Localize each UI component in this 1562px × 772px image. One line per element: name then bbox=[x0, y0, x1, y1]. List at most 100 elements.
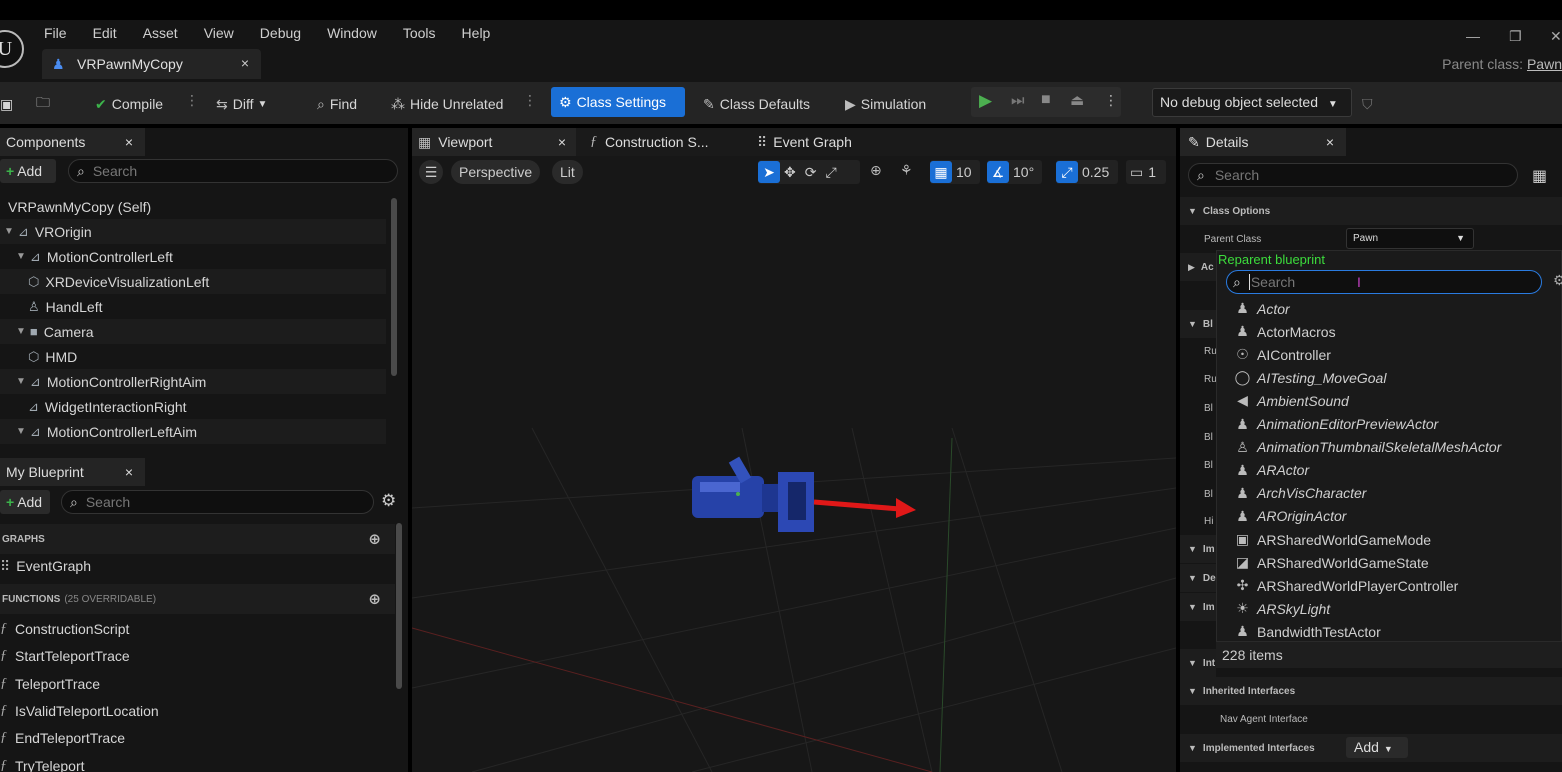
save-icon[interactable]: ▣ bbox=[0, 92, 13, 116]
expand-icon[interactable]: ▼ bbox=[16, 326, 26, 337]
expand-icon[interactable]: ▼ bbox=[16, 426, 26, 437]
table-view-icon[interactable]: ▦ bbox=[1532, 166, 1547, 186]
details-search-input[interactable]: ⌕ Search bbox=[1188, 163, 1518, 187]
menu-asset[interactable]: Asset bbox=[143, 25, 178, 41]
expand-icon[interactable]: ▼ bbox=[16, 251, 26, 262]
my-blueprint-scrollbar[interactable] bbox=[396, 523, 402, 689]
component-item[interactable]: VRPawnMyCopy (Self) bbox=[0, 194, 386, 219]
camera-speed[interactable]: ▭ 1 bbox=[1126, 160, 1166, 184]
component-item[interactable]: ▼ ⊿ MotionControllerLeftAim bbox=[0, 419, 386, 444]
reparent-item[interactable]: ◯ AITesting_MoveGoal bbox=[1234, 366, 1387, 389]
components-search-input[interactable]: ⌕ Search bbox=[68, 159, 398, 183]
function-item[interactable]: ƒ TryTeleport bbox=[0, 753, 85, 772]
scale-snap[interactable]: ⤢ 0.25 bbox=[1056, 160, 1118, 184]
menu-view[interactable]: View bbox=[204, 25, 234, 41]
component-item[interactable]: ⊿ WidgetInteractionRight bbox=[0, 394, 386, 419]
close-icon[interactable]: × bbox=[125, 464, 133, 480]
tab-viewport[interactable]: ▦ Viewport × bbox=[412, 128, 576, 156]
compile-options-icon[interactable]: ⋮ bbox=[185, 92, 199, 109]
reparent-item[interactable]: ♙ AnimationThumbnailSkeletalMeshActor bbox=[1234, 436, 1501, 459]
step-icon[interactable]: ⏭ bbox=[1011, 92, 1025, 109]
reparent-item[interactable]: ◀ AmbientSound bbox=[1234, 389, 1349, 412]
details-row-stub[interactable]: Bl bbox=[1180, 394, 1216, 422]
camera-mesh[interactable] bbox=[692, 456, 814, 532]
minimize-icon[interactable]: — bbox=[1466, 28, 1480, 44]
details-row-stub[interactable]: Ru bbox=[1180, 337, 1217, 365]
stop-icon[interactable]: ■ bbox=[1041, 91, 1051, 109]
my-blueprint-tab[interactable]: My Blueprint × bbox=[0, 458, 145, 486]
reparent-search-input[interactable]: ⌕ Search I bbox=[1226, 270, 1542, 294]
details-row-stub[interactable]: ▼ De bbox=[1180, 564, 1216, 592]
find-button[interactable]: ⌕ Find bbox=[317, 92, 357, 116]
reparent-item[interactable]: ♟ AROriginActor bbox=[1234, 505, 1346, 528]
close-icon[interactable]: × bbox=[558, 134, 566, 150]
restore-icon[interactable]: ❐ bbox=[1509, 28, 1522, 45]
component-item[interactable]: ▼ ⊿ MotionControllerRightAim bbox=[0, 369, 386, 394]
gear-icon[interactable]: ⚙ bbox=[1553, 272, 1562, 289]
close-icon[interactable]: × bbox=[125, 134, 133, 150]
tab-construction-script[interactable]: ƒ Construction S... bbox=[590, 128, 709, 156]
add-component-button[interactable]: + Add bbox=[0, 159, 56, 183]
viewport[interactable] bbox=[412, 128, 1176, 772]
menu-edit[interactable]: Edit bbox=[93, 25, 117, 41]
debug-filter-icon[interactable]: ⛉ bbox=[1362, 92, 1373, 116]
add-graph-icon[interactable]: ⊕ bbox=[368, 530, 381, 548]
parent-class-dropdown[interactable]: Pawn ▼ bbox=[1346, 228, 1474, 249]
grid-snap[interactable]: ▦ 10 bbox=[930, 160, 980, 184]
expand-icon[interactable]: ▼ bbox=[16, 376, 26, 387]
reparent-item[interactable]: ♟ AnimationEditorPreviewActor bbox=[1234, 413, 1438, 436]
select-tool-icon[interactable]: ➤ bbox=[758, 161, 780, 183]
menu-window[interactable]: Window bbox=[327, 25, 377, 41]
details-row-stub[interactable]: Bl bbox=[1180, 480, 1216, 508]
close-icon[interactable]: × bbox=[241, 55, 249, 71]
expand-icon[interactable]: ▼ bbox=[4, 226, 14, 237]
graphs-section-header[interactable]: GRAPHS ⊕ bbox=[0, 524, 395, 554]
class-options-header[interactable]: ▼ Class Options bbox=[1180, 197, 1562, 225]
surface-snap-icon[interactable]: ⚘ bbox=[900, 162, 913, 179]
add-function-icon[interactable]: ⊕ bbox=[368, 590, 381, 608]
component-item[interactable]: ⬡ XRDeviceVisualizationLeft bbox=[0, 269, 386, 294]
details-row-stub[interactable]: Bl bbox=[1180, 423, 1216, 451]
compile-button[interactable]: ✔ Compile bbox=[95, 92, 163, 116]
play-options-icon[interactable]: ⋮ bbox=[1104, 92, 1118, 109]
function-item[interactable]: ƒ EndTeleportTrace bbox=[0, 725, 125, 751]
perspective-button[interactable]: Perspective bbox=[451, 160, 541, 184]
component-item[interactable]: ▼ ■ Camera bbox=[0, 319, 386, 344]
components-scrollbar[interactable] bbox=[391, 198, 397, 376]
graph-item-eventgraph[interactable]: ⠿ EventGraph bbox=[0, 553, 91, 579]
tab-event-graph[interactable]: ⠿ Event Graph bbox=[757, 128, 852, 156]
details-row-stub[interactable]: ▶ Ac bbox=[1180, 253, 1216, 281]
diff-button[interactable]: ⇆ Diff ▼ bbox=[216, 92, 267, 116]
simulation-button[interactable]: ▶ Simulation bbox=[845, 92, 926, 116]
function-item[interactable]: ƒ TeleportTrace bbox=[0, 671, 100, 697]
menu-file[interactable]: File bbox=[44, 25, 67, 41]
reparent-item[interactable]: ☉ AIController bbox=[1234, 343, 1331, 366]
lit-button[interactable]: Lit bbox=[552, 160, 583, 184]
details-row-stub[interactable]: ▼ Im bbox=[1180, 535, 1216, 563]
debug-object-select[interactable]: No debug object selected ▼ bbox=[1152, 88, 1352, 117]
details-row-stub[interactable]: ▼ Bl bbox=[1180, 310, 1216, 338]
function-item[interactable]: ƒ StartTeleportTrace bbox=[0, 643, 130, 669]
reparent-item[interactable]: ♟ ARActor bbox=[1234, 459, 1309, 482]
reparent-item[interactable]: ♟ BandwidthTestActor bbox=[1234, 620, 1381, 643]
reparent-item[interactable]: ◪ ARSharedWorldGameState bbox=[1234, 551, 1429, 574]
hide-unrelated-button[interactable]: ⁂ Hide Unrelated bbox=[391, 92, 503, 116]
my-blueprint-search-input[interactable]: ⌕ Search bbox=[61, 490, 374, 514]
viewport-options-button[interactable]: ☰ bbox=[419, 160, 443, 184]
scale-tool-icon[interactable]: ⤢ bbox=[825, 164, 836, 181]
function-item[interactable]: ƒ ConstructionScript bbox=[0, 616, 129, 642]
eject-icon[interactable]: ⏏ bbox=[1070, 91, 1084, 109]
class-settings-button[interactable]: ⚙ Class Settings bbox=[551, 87, 685, 117]
details-tab[interactable]: ✎ Details × bbox=[1180, 128, 1346, 156]
browse-icon[interactable]: 🗀 bbox=[36, 92, 50, 116]
reparent-item[interactable]: ✣ ARSharedWorldPlayerController bbox=[1234, 574, 1459, 597]
component-item[interactable]: ▼ ⊿ VROrigin bbox=[0, 219, 386, 244]
rotation-snap[interactable]: ∡ 10° bbox=[987, 160, 1042, 184]
reparent-item[interactable]: ▣ ARSharedWorldGameMode bbox=[1234, 528, 1431, 551]
play-icon[interactable]: ▶ bbox=[979, 91, 992, 111]
details-row-stub[interactable]: Ru bbox=[1180, 365, 1217, 393]
details-row-stub[interactable]: Bl bbox=[1180, 451, 1216, 479]
components-tab[interactable]: Components × bbox=[0, 128, 145, 156]
reparent-item[interactable]: ♟ ArchVisCharacter bbox=[1234, 482, 1366, 505]
add-interface-button[interactable]: Add ▼ bbox=[1346, 737, 1408, 758]
